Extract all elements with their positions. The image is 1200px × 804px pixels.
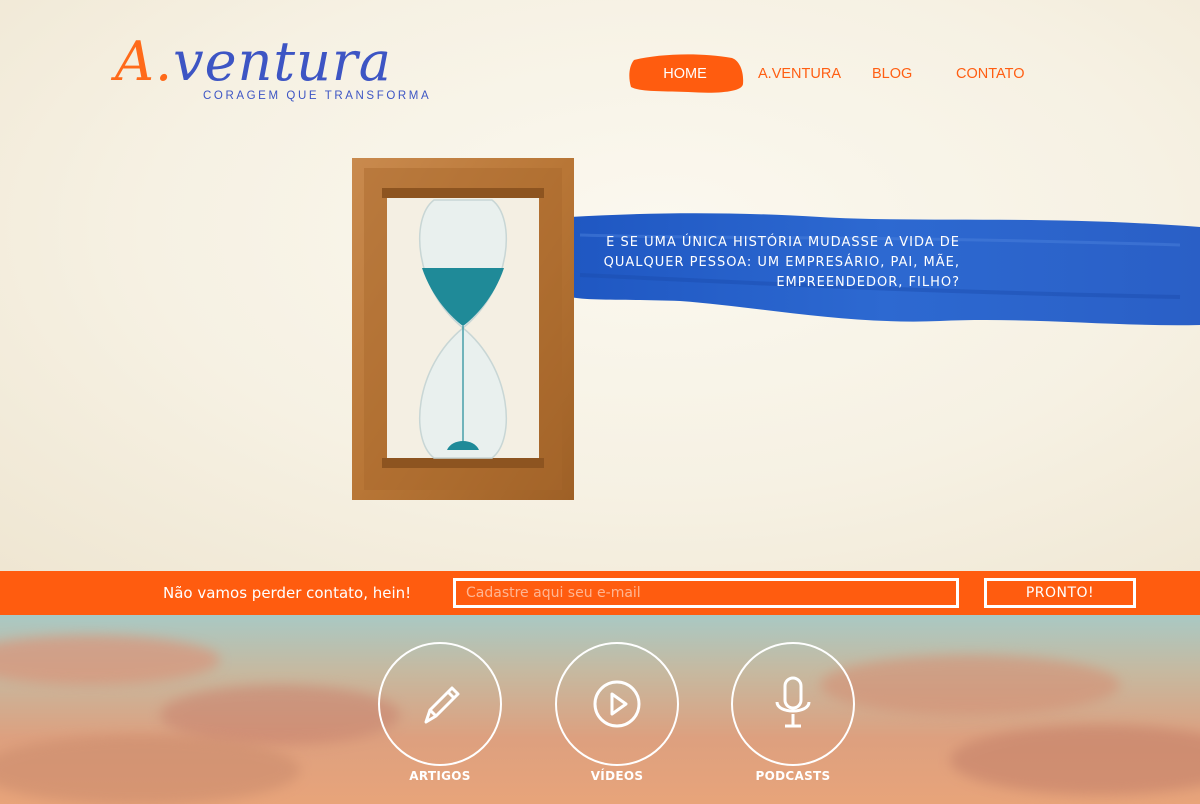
nav-blog[interactable]: BLOG: [872, 52, 912, 96]
submit-button[interactable]: PRONTO!: [984, 578, 1136, 608]
cloud-decoration: [950, 725, 1200, 795]
podcasts-label: PODCASTS: [755, 769, 831, 783]
logo-wordmark-ventura: ventura: [173, 30, 392, 93]
artigos-button[interactable]: [378, 642, 502, 766]
videos-button[interactable]: [555, 642, 679, 766]
artigos-label: ARTIGOS: [409, 769, 471, 783]
cloud-decoration: [0, 635, 220, 685]
hero-section: A.ventura CORAGEM QUE TRANSFORMA HOME A.…: [0, 0, 1200, 571]
newsletter-label: Não vamos perder contato, hein!: [163, 584, 412, 602]
microphone-icon: [775, 676, 811, 728]
hero-ribbon-text: E se uma única história mudasse a vida d…: [603, 235, 960, 290]
videos-label: VÍDEOS: [590, 769, 644, 783]
categories-section: ARTIGOS VÍDEOS PODCASTS: [0, 615, 1200, 804]
logo-wordmark: A.ventura: [115, 32, 392, 92]
main-nav: HOME A.VENTURA BLOG CONTATO: [628, 52, 1048, 96]
logo-wordmark-a: A.: [115, 30, 174, 93]
nav-contato[interactable]: CONTATO: [956, 52, 1024, 96]
nav-aventura[interactable]: A.VENTURA: [758, 52, 841, 96]
play-icon: [593, 680, 641, 728]
nav-home[interactable]: HOME: [628, 52, 742, 96]
site-logo[interactable]: A.ventura CORAGEM QUE TRANSFORMA: [115, 32, 429, 107]
email-input[interactable]: [453, 578, 959, 608]
hourglass-image: [352, 158, 574, 500]
pencil-icon: [424, 686, 460, 724]
newsletter-bar: Não vamos perder contato, hein! PRONTO!: [0, 571, 1200, 615]
logo-tagline: CORAGEM QUE TRANSFORMA: [203, 90, 432, 102]
cloud-decoration: [820, 655, 1120, 715]
cloud-decoration: [160, 685, 400, 745]
cloud-decoration: [0, 735, 300, 804]
podcasts-button[interactable]: [731, 642, 855, 766]
